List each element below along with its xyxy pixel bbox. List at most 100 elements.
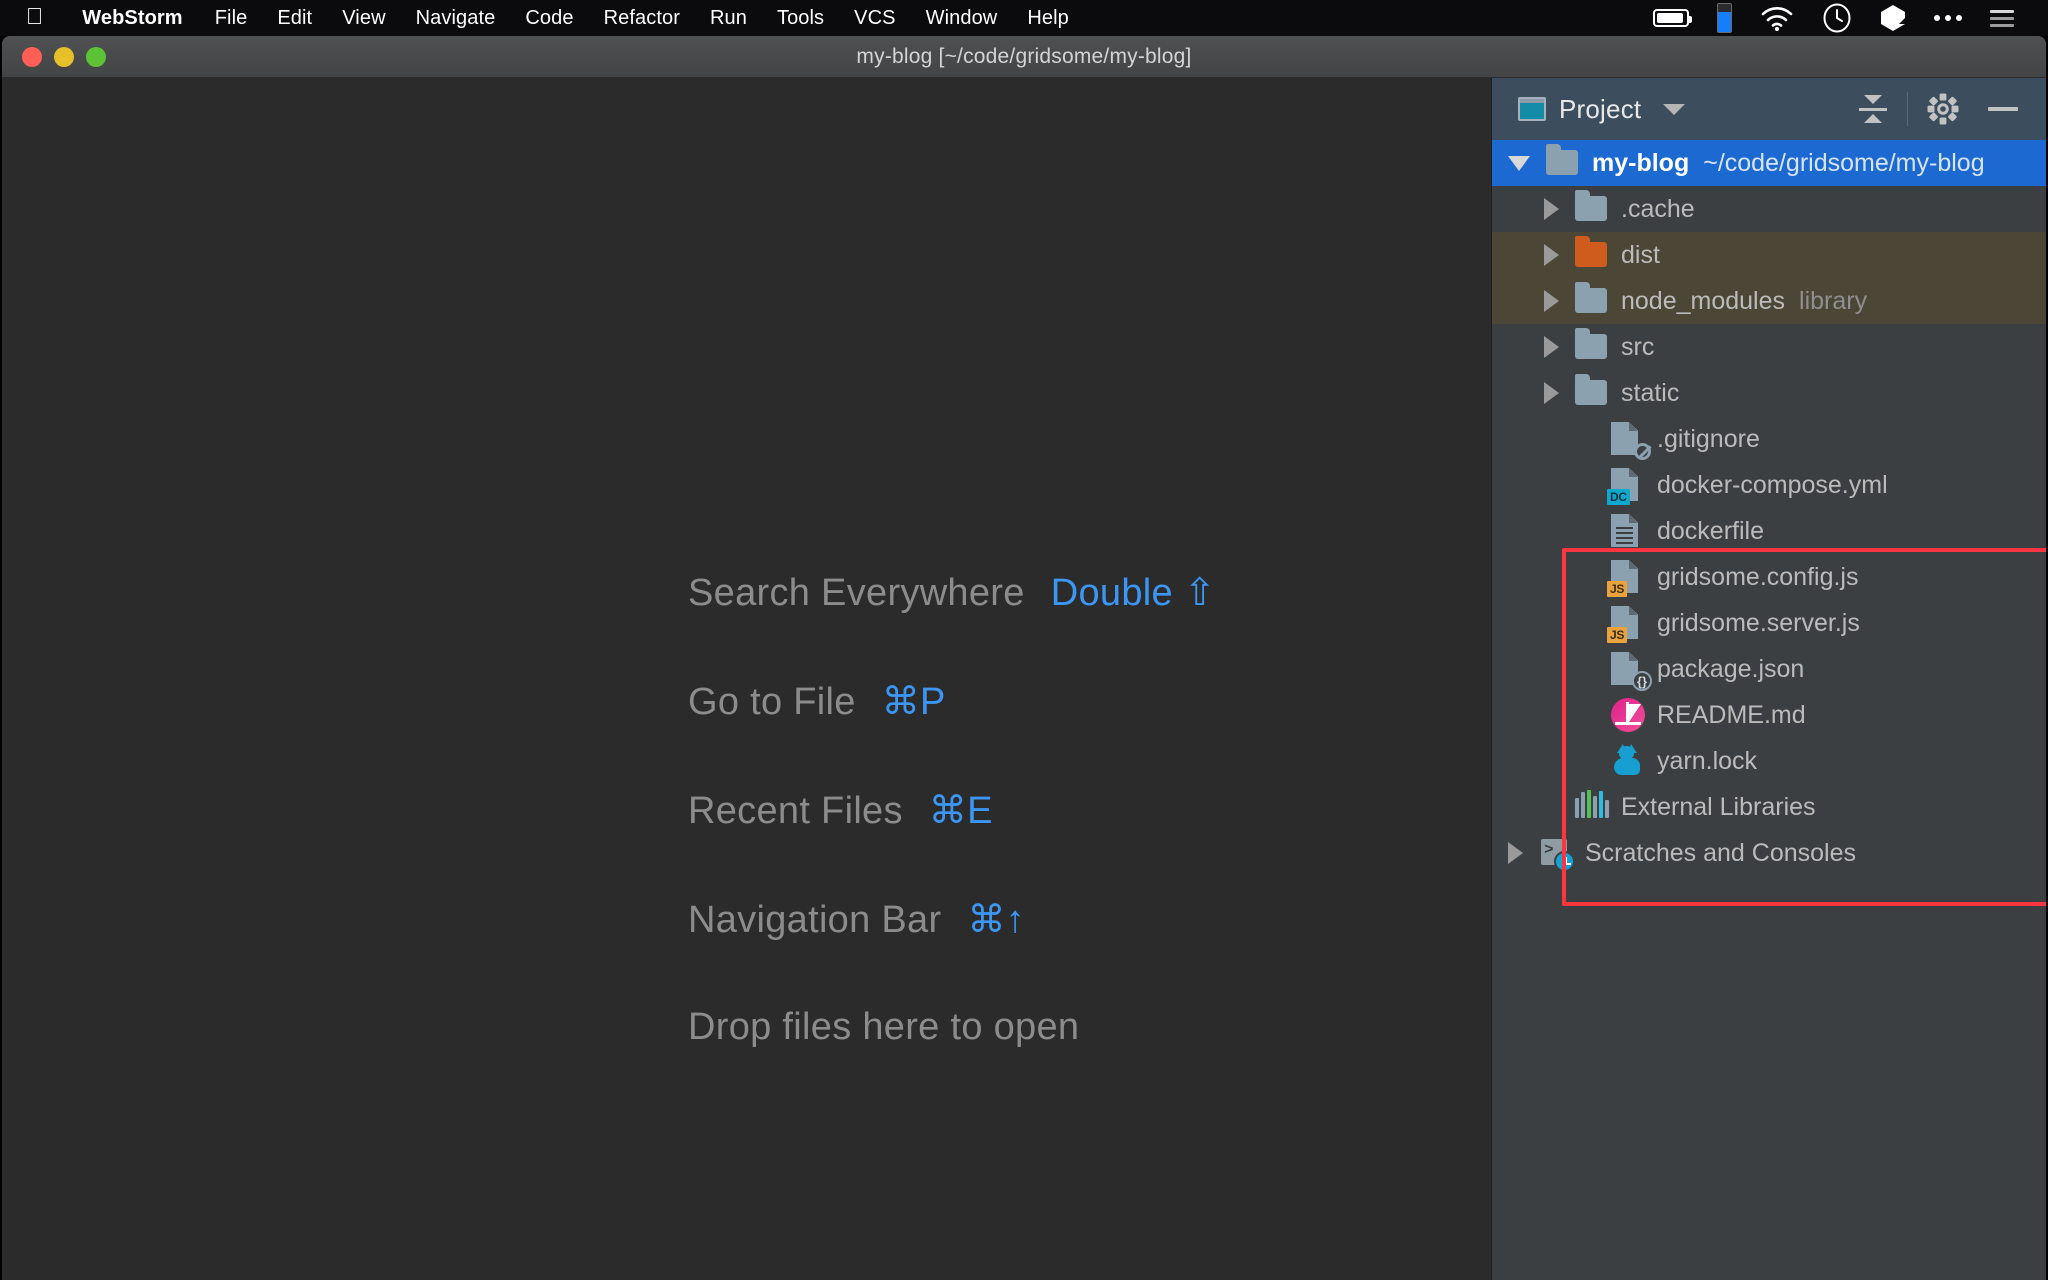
clock-icon[interactable] [1808,0,1866,36]
file-ignored-icon [1611,422,1651,460]
chevron-collapsed-icon[interactable] [1544,290,1559,312]
tree-row-readme[interactable]: README.md [1492,692,2046,738]
apple-logo-icon[interactable]:  [0,4,65,28]
tree-row-my-blog[interactable]: my-blog ~/code/gridsome/my-blog [1492,140,2046,186]
macos-menu-bar:  WebStorm File Edit View Navigate Code … [0,0,2048,36]
menu-item-help[interactable]: Help [1012,0,1084,36]
hint-shortcut: ⌘E [928,790,993,832]
minimize-button[interactable] [54,46,74,67]
tree-row-gitignore[interactable]: .gitignore [1492,416,2046,462]
chevron-collapsed-icon[interactable] [1544,382,1559,404]
file-dc-icon: DC [1607,468,1645,505]
chevron-down-icon[interactable] [1663,103,1686,115]
tree-row-dist[interactable]: dist [1492,232,2046,278]
tree-row-package-json[interactable]: {} package.json [1492,646,2046,692]
tree-row-gridsome-server[interactable]: JS gridsome.server.js [1492,600,2046,646]
file-badge: JS [1607,627,1628,643]
collapse-all-icon [1857,93,1889,125]
yarn-icon [1611,744,1645,778]
hint-go-to-file: Go to File ⌘P [688,679,946,724]
tree-item-label: Scratches and Consoles [1585,838,1856,867]
menu-item-file[interactable]: File [200,0,263,36]
hint-shortcut: Double ⇧ [1050,572,1216,614]
file-js-icon: JS [1607,560,1645,597]
battery-icon[interactable] [1639,0,1703,36]
file-json-icon: {} [1611,652,1652,691]
chevron-collapsed-icon[interactable] [1544,244,1559,266]
hint-shortcut: ⌘P [881,681,946,723]
tree-row-gridsome-config[interactable]: JS gridsome.config.js [1492,554,2046,600]
file-badge: JS [1607,581,1628,597]
tree-row-yarn-lock[interactable]: yarn.lock [1492,738,2046,784]
hint-drop-files: Drop files here to open [688,1006,1079,1049]
tree-item-label: src [1621,332,1655,361]
ellipsis-icon[interactable] [1920,0,1976,36]
tree-item-label: gridsome.config.js [1657,562,1859,591]
webstorm-window: my-blog [~/code/gridsome/my-blog] Search… [2,36,2046,1280]
blue-indicator-icon[interactable] [1703,0,1746,36]
menu-item-view[interactable]: View [327,0,400,36]
hide-panel-button[interactable] [1974,107,2032,111]
tree-row-docker-compose[interactable]: DC docker-compose.yml [1492,462,2046,508]
menu-item-tools[interactable]: Tools [762,0,839,36]
tree-item-label: static [1621,378,1680,407]
menu-item-refactor[interactable]: Refactor [589,0,695,36]
window-title: my-blog [~/code/gridsome/my-blog] [856,44,1192,68]
tree-row-node-modules[interactable]: node_modules library [1492,278,2046,324]
tree-item-tag: library [1799,286,1868,315]
tree-row-scratches-and-consoles[interactable]: > Scratches and Consoles [1492,830,2046,876]
hint-label: Recent Files [688,790,903,832]
chevron-collapsed-icon[interactable] [1544,198,1559,220]
project-tree[interactable]: my-blog ~/code/gridsome/my-blog .cache d… [1492,140,2046,1280]
menu-item-vcs[interactable]: VCS [839,0,910,36]
system-tray [1639,0,2048,36]
tree-item-label: node_modules [1621,286,1786,315]
tree-item-label: dist [1621,240,1660,269]
markdown-icon [1611,698,1645,732]
external-libraries-icon [1575,790,1609,824]
editor-empty-area[interactable]: Search Everywhere Double ⇧ Go to File ⌘P… [2,78,1492,1280]
tree-item-label: README.md [1657,700,1806,729]
menu-item-run[interactable]: Run [695,0,762,36]
menu-item-code[interactable]: Code [510,0,588,36]
collapse-all-button[interactable] [1843,93,1903,125]
hint-search-everywhere: Search Everywhere Double ⇧ [688,570,1216,615]
tree-item-label: .cache [1621,194,1695,223]
settings-button[interactable] [1912,92,1974,126]
tree-item-path: ~/code/gridsome/my-blog [1703,148,1985,177]
tree-row-src[interactable]: src [1492,324,2046,370]
editor-hints: Search Everywhere Double ⇧ Go to File ⌘P… [2,78,1491,1280]
tree-item-label: .gitignore [1657,424,1760,453]
menu-item-edit[interactable]: Edit [262,0,327,36]
project-tool-window: Project my-blog ~/code/gridsome/my-blog … [1492,78,2046,1280]
tree-item-label: package.json [1657,654,1805,683]
tree-row-external-libraries[interactable]: External Libraries [1492,784,2046,830]
menu-item-navigate[interactable]: Navigate [401,0,511,36]
folder-icon [1575,328,1609,364]
tree-item-label: External Libraries [1621,792,1816,821]
window-body: Search Everywhere Double ⇧ Go to File ⌘P… [2,78,2046,1280]
window-title-bar: my-blog [~/code/gridsome/my-blog] [2,36,2046,78]
chevron-collapsed-icon[interactable] [1544,336,1559,358]
hint-navigation-bar: Navigation Bar ⌘↑ [688,897,1025,942]
tree-row-static[interactable]: static [1492,370,2046,416]
tree-row-dockerfile[interactable]: dockerfile [1492,508,2046,554]
tree-item-label: dockerfile [1657,516,1764,545]
chevron-expanded-icon[interactable] [1508,155,1530,171]
panel-title: Project [1559,93,1642,124]
close-button[interactable] [22,46,42,67]
wifi-icon[interactable] [1746,0,1808,36]
hint-shortcut: ⌘↑ [967,899,1026,941]
chevron-collapsed-icon[interactable] [1508,842,1523,864]
app-glyph-icon[interactable] [1866,0,1920,36]
hint-label: Drop files here to open [688,1006,1080,1048]
tree-row-cache[interactable]: .cache [1492,186,2046,232]
maximize-button[interactable] [86,46,106,67]
control-center-list-icon[interactable] [1976,0,2028,36]
project-panel-header: Project [1492,78,2046,140]
header-divider [1907,92,1908,126]
menu-item-window[interactable]: Window [911,0,1013,36]
menu-item-webstorm[interactable]: WebStorm [65,0,199,36]
folder-icon [1575,374,1609,410]
file-js-icon: JS [1607,606,1645,643]
